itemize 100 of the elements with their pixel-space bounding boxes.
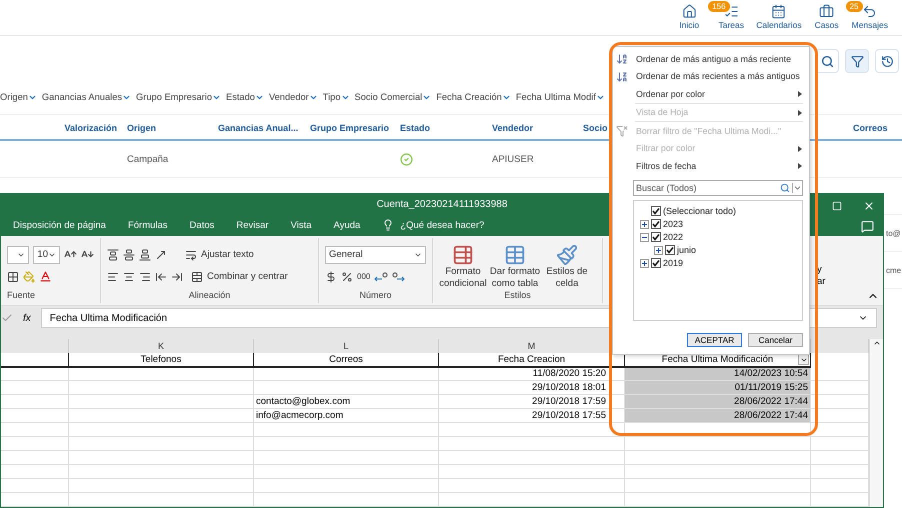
checkbox[interactable]: [651, 206, 661, 216]
font-size-select[interactable]: 10: [33, 246, 60, 264]
clear-filter-icon: [616, 125, 628, 137]
menu-item[interactable]: Ordenar de más antiguo a más reciente: [613, 50, 809, 68]
filter-dropdown[interactable]: Tipo: [322, 92, 341, 102]
nav-item[interactable]: Mensajes: [852, 20, 888, 30]
decrease-indent-icon[interactable]: [155, 270, 167, 283]
filter-dropdown[interactable]: Fecha Creación: [436, 92, 502, 102]
function-button[interactable]: fx: [23, 312, 31, 324]
nav-item[interactable]: Inicio: [679, 20, 700, 30]
table-cell: [811, 437, 869, 451]
filter-button[interactable]: [845, 49, 869, 73]
increase-decimal-icon[interactable]: [374, 272, 388, 282]
sort-descending-icon: [616, 70, 628, 82]
currency-icon[interactable]: [325, 270, 337, 283]
styles-button[interactable]: Formato: [445, 266, 481, 278]
table-cell: 29/10/2018 18:01: [439, 381, 625, 395]
tree-item-label[interactable]: junio: [677, 245, 696, 255]
column-header[interactable]: Ganancias Anual...: [213, 123, 305, 133]
column-header[interactable]: K: [69, 339, 254, 353]
styles-button[interactable]: como tabla: [492, 278, 538, 290]
increase-indent-icon[interactable]: [171, 270, 183, 283]
font-color-icon[interactable]: [39, 270, 52, 284]
tree-item-label[interactable]: 2019: [663, 258, 684, 268]
expand-icon[interactable]: [640, 220, 649, 228]
history-button[interactable]: [875, 49, 899, 73]
filter-dropdown[interactable]: Vendedor: [268, 92, 309, 102]
ribbon-tab[interactable]: Vista: [290, 220, 312, 231]
column-header[interactable]: Valorización: [0, 123, 122, 133]
column-header[interactable]: L: [254, 339, 439, 353]
ribbon-tab[interactable]: Ayuda: [334, 220, 360, 231]
table-cell: 28/06/2022 17:44: [625, 409, 811, 423]
tree-item-label[interactable]: 2023: [663, 219, 684, 229]
expand-icon[interactable]: [654, 246, 663, 254]
column-header[interactable]: Vendedor: [487, 123, 578, 133]
styles-button[interactable]: celda: [556, 278, 578, 290]
orientation-icon[interactable]: [155, 248, 167, 261]
thousands-separator-button[interactable]: 000: [357, 272, 370, 282]
ribbon-tab[interactable]: Fórmulas: [128, 220, 168, 231]
borders-icon[interactable]: [7, 270, 19, 283]
menu-item[interactable]: Ordenar de más recientes a más antiguos: [613, 68, 809, 85]
dialog-button[interactable]: ACEPTAR: [687, 332, 742, 346]
align-center-icon[interactable]: [123, 270, 135, 283]
table-cell: [811, 367, 869, 381]
collapse-icon[interactable]: [640, 232, 649, 242]
comment-icon[interactable]: [861, 220, 874, 234]
merge-center-button[interactable]: Combinar y centrar: [207, 271, 288, 282]
menu-item[interactable]: Filtros de fecha: [613, 157, 809, 174]
column-header[interactable]: Grupo Empresario: [305, 123, 395, 133]
styles-button[interactable]: condicional: [439, 278, 487, 290]
table-cell: [811, 381, 869, 395]
percent-icon[interactable]: [341, 270, 353, 283]
filter-dropdown[interactable]: Origen: [0, 92, 28, 102]
chevron-down-icon[interactable]: [792, 182, 802, 192]
vertical-scrollbar[interactable]: [869, 339, 883, 507]
ribbon-tab[interactable]: Revisar: [236, 220, 269, 231]
checkbox[interactable]: [651, 232, 661, 242]
expand-icon[interactable]: [640, 258, 649, 268]
column-header[interactable]: Correos: [848, 123, 900, 133]
ribbon-tab[interactable]: Disposición de página: [13, 220, 106, 231]
column-header[interactable]: Estado: [395, 123, 487, 133]
tree-item-label[interactable]: (Seleccionar todo): [663, 206, 736, 216]
paintbrush-icon: [556, 244, 578, 266]
menu-item[interactable]: Ordenar por color: [613, 85, 809, 102]
table-cell: contacto@globex.com: [254, 395, 439, 409]
checkbox[interactable]: [651, 219, 661, 229]
align-right-icon[interactable]: [139, 270, 151, 283]
table-cell: [811, 465, 869, 479]
number-format-select[interactable]: General: [325, 246, 426, 264]
styles-button[interactable]: Estilos de: [546, 266, 588, 278]
fill-color-icon[interactable]: [23, 270, 35, 283]
decrease-decimal-icon[interactable]: [392, 272, 406, 282]
table-cell: [811, 423, 869, 437]
styles-button[interactable]: Dar formato: [490, 266, 540, 278]
align-left-icon[interactable]: [107, 270, 119, 283]
ribbon-tab[interactable]: Datos: [190, 220, 214, 231]
dialog-button[interactable]: Cancelar: [748, 332, 803, 346]
nav-item[interactable]: Tareas: [718, 20, 744, 30]
filter-dropdown-button[interactable]: [798, 354, 809, 365]
align-middle-icon[interactable]: [123, 248, 135, 261]
nav-item[interactable]: Calendarios: [756, 20, 802, 30]
align-top-icon[interactable]: [107, 248, 119, 261]
table-cell: 14/02/2023 10:54: [625, 367, 811, 381]
filter-dropdown[interactable]: Socio Comercial: [354, 92, 422, 102]
tree-item-label[interactable]: 2022: [663, 232, 684, 242]
filter-dropdown[interactable]: Ganancias Anuales: [42, 92, 122, 102]
search-field[interactable]: Buscar (Todos): [633, 180, 803, 196]
nav-item[interactable]: Casos: [814, 20, 839, 30]
scroll-up-icon[interactable]: [872, 339, 880, 347]
filter-dropdown[interactable]: Estado: [226, 92, 255, 102]
wrap-text-button[interactable]: Ajustar texto: [201, 249, 254, 260]
checkbox[interactable]: [665, 245, 675, 255]
submenu-arrow-icon: [798, 110, 802, 116]
align-bottom-icon[interactable]: [139, 248, 151, 261]
history-icon: [880, 54, 894, 68]
checkbox[interactable]: [651, 258, 661, 268]
filter-dropdown[interactable]: Fecha Ultima Modif: [516, 92, 596, 102]
column-header[interactable]: Origen: [122, 123, 213, 133]
filter-dropdown[interactable]: Grupo Empresario: [136, 92, 212, 102]
tell-me-field[interactable]: ¿Qué desea hacer?: [400, 220, 484, 231]
